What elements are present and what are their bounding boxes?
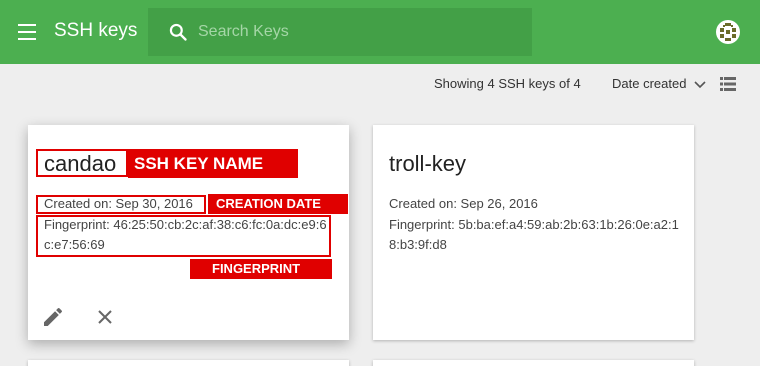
annotation-key-name: SSH KEY NAME [128, 149, 298, 178]
key-name-highlight [36, 149, 128, 177]
app-header: SSH keys [0, 0, 760, 64]
annotation-fingerprint: FINGERPRINT [190, 259, 332, 279]
fingerprint-highlight [36, 215, 331, 257]
search-bar[interactable] [148, 8, 532, 56]
result-count: Showing 4 SSH keys of 4 [434, 76, 581, 91]
menu-icon[interactable] [18, 24, 36, 40]
close-icon[interactable] [93, 305, 117, 329]
chevron-down-icon [694, 80, 706, 88]
search-icon [169, 23, 187, 41]
key-name: troll-key [389, 151, 467, 176]
fingerprint: Fingerprint: 5b:ba:ef:a4:59:ab:2b:63:1b:… [389, 217, 679, 252]
sort-label: Date created [612, 76, 687, 91]
ssh-key-card[interactable]: troll-key Created on: Sep 26, 2016 Finge… [373, 125, 694, 340]
created-date: Created on: Sep 26, 2016 [389, 196, 538, 211]
avatar[interactable] [716, 20, 740, 44]
page-title: SSH keys [54, 20, 138, 41]
sort-dropdown[interactable]: Date created [612, 76, 706, 91]
created-date-highlight [36, 195, 206, 214]
list-view-icon[interactable] [720, 77, 736, 91]
search-input[interactable] [198, 8, 518, 56]
edit-icon[interactable] [41, 305, 65, 329]
annotation-creation-date: CREATION DATE [208, 194, 348, 214]
ssh-key-card[interactable] [28, 360, 349, 366]
ssh-key-card[interactable]: candao SSH KEY NAME Created on: Sep 30, … [28, 125, 349, 340]
avatar-identicon [720, 23, 736, 41]
ssh-key-card[interactable] [373, 360, 694, 366]
